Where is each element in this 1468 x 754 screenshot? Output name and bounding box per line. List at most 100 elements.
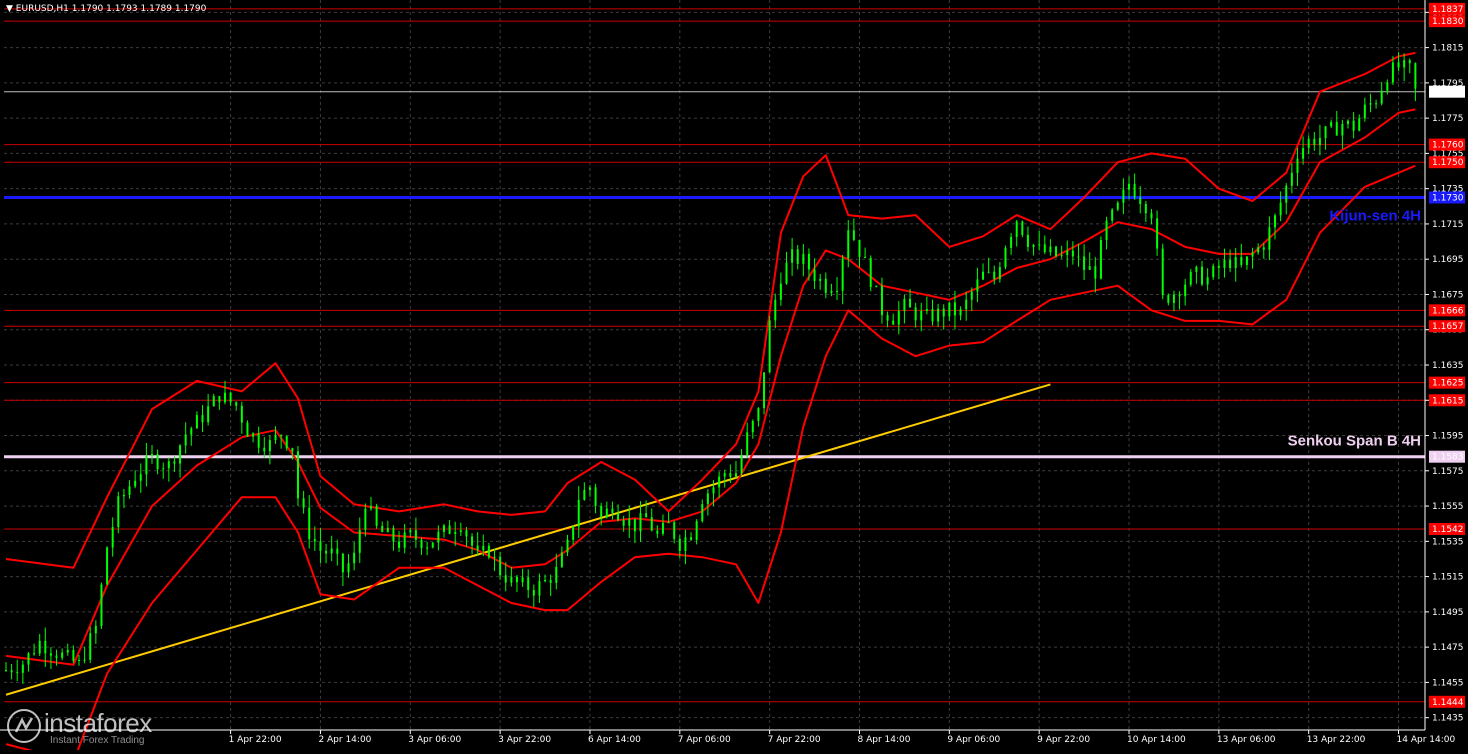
candle-body <box>555 566 558 583</box>
candle-body <box>83 659 86 661</box>
candle-body <box>712 487 715 494</box>
candle-body <box>302 498 305 508</box>
candle-body <box>864 256 867 258</box>
candle-body <box>1347 120 1350 124</box>
candle-body <box>252 433 255 437</box>
y-tick-label: 1.1455 <box>1432 678 1464 688</box>
candle-body <box>841 258 844 291</box>
candle-body <box>5 670 7 672</box>
candle-body <box>768 320 771 373</box>
candle-body <box>313 539 316 542</box>
candle-body <box>544 579 547 582</box>
x-tick-label: 1 Apr 22:00 <box>229 735 282 745</box>
candle-body <box>1122 189 1125 203</box>
x-tick-label: 9 Apr 06:00 <box>947 735 1000 745</box>
candle-body <box>1116 202 1119 210</box>
candle-body <box>1184 284 1187 297</box>
candle-body <box>173 461 176 464</box>
candle-body <box>1043 244 1046 253</box>
candle-body <box>1234 256 1237 269</box>
candle-body <box>426 547 429 549</box>
y-tick-label: 1.1555 <box>1432 502 1464 512</box>
candle-body <box>66 650 69 653</box>
level-price-tag: 1.1615 <box>1432 396 1464 406</box>
senkou-price-tag: 1.1583 <box>1432 453 1464 463</box>
candle-body <box>471 536 474 546</box>
candle-body <box>364 508 367 530</box>
candle-body <box>1324 126 1327 139</box>
candle-body <box>1004 247 1007 268</box>
candle-body <box>1060 255 1063 257</box>
candle-body <box>1077 256 1080 258</box>
level-price-tag: 1.1760 <box>1432 141 1464 151</box>
candle-body <box>1229 259 1232 269</box>
candle-body <box>1414 63 1417 89</box>
candle-body <box>403 532 406 548</box>
candle-body <box>802 253 805 264</box>
candle-body <box>201 415 204 423</box>
candle-body <box>280 435 283 437</box>
candle-body <box>1088 266 1091 270</box>
candle-body <box>903 298 906 311</box>
level-price-tag: 1.1542 <box>1432 525 1464 535</box>
candle-body <box>1262 247 1265 250</box>
candle-body <box>1021 221 1024 235</box>
y-tick-label: 1.1715 <box>1432 220 1464 230</box>
candle-body <box>111 527 114 548</box>
candle-body <box>1038 244 1041 246</box>
candle-body <box>448 525 451 534</box>
candle-body <box>1403 60 1406 68</box>
candle-body <box>1257 247 1260 253</box>
candle-body <box>572 526 575 540</box>
y-tick-label: 1.1775 <box>1432 114 1464 124</box>
instaforex-logo: instaforex Instant Forex Trading <box>4 706 180 748</box>
candle-body <box>1144 203 1147 214</box>
candle-body <box>482 545 485 551</box>
candle-body <box>959 309 962 316</box>
candle-body <box>942 308 945 317</box>
candle-body <box>1363 104 1366 119</box>
candle-body <box>538 581 541 596</box>
candle-body <box>1290 172 1293 186</box>
candle-body <box>751 420 754 433</box>
candle-body <box>347 563 350 573</box>
x-tick-label: 8 Apr 14:00 <box>857 735 910 745</box>
candle-body <box>577 499 580 527</box>
candle-body <box>813 269 816 281</box>
candle-body <box>1397 62 1400 68</box>
candle-body <box>1318 138 1321 146</box>
candle-body <box>678 538 681 551</box>
x-tick-label: 2 Apr 14:00 <box>318 735 371 745</box>
candle-body <box>622 520 625 526</box>
candle-body <box>195 415 198 429</box>
symbol-dropdown-icon[interactable]: ▼ <box>6 4 13 14</box>
candle-body <box>875 285 878 288</box>
candle-body <box>1358 118 1361 131</box>
candle-body <box>454 532 457 534</box>
candle-body <box>263 447 266 452</box>
candle-body <box>605 508 608 518</box>
candle-body <box>1380 90 1383 104</box>
candle-body <box>1330 122 1333 127</box>
candle-body <box>1189 272 1192 285</box>
candle-body <box>442 525 445 532</box>
candle-body <box>61 652 64 658</box>
candle-body <box>55 655 58 658</box>
candle-body <box>431 542 434 548</box>
candle-body <box>1352 120 1355 131</box>
candle-body <box>1341 123 1344 136</box>
candle-body <box>1274 215 1277 228</box>
candle-body <box>190 428 193 435</box>
x-tick-label: 14 Apr 14:00 <box>1397 735 1456 745</box>
candle-body <box>386 527 389 533</box>
y-tick-label: 1.1635 <box>1432 361 1464 371</box>
candle-body <box>510 576 513 583</box>
candle-body <box>459 530 462 533</box>
logo-mark-icon <box>7 709 41 743</box>
candle-body <box>398 541 401 548</box>
kijun-price-tag: 1.1730 <box>1432 193 1464 203</box>
candle-body <box>1285 185 1288 203</box>
candle-body <box>695 521 698 540</box>
candle-body <box>639 513 642 532</box>
candle-body <box>740 454 743 474</box>
